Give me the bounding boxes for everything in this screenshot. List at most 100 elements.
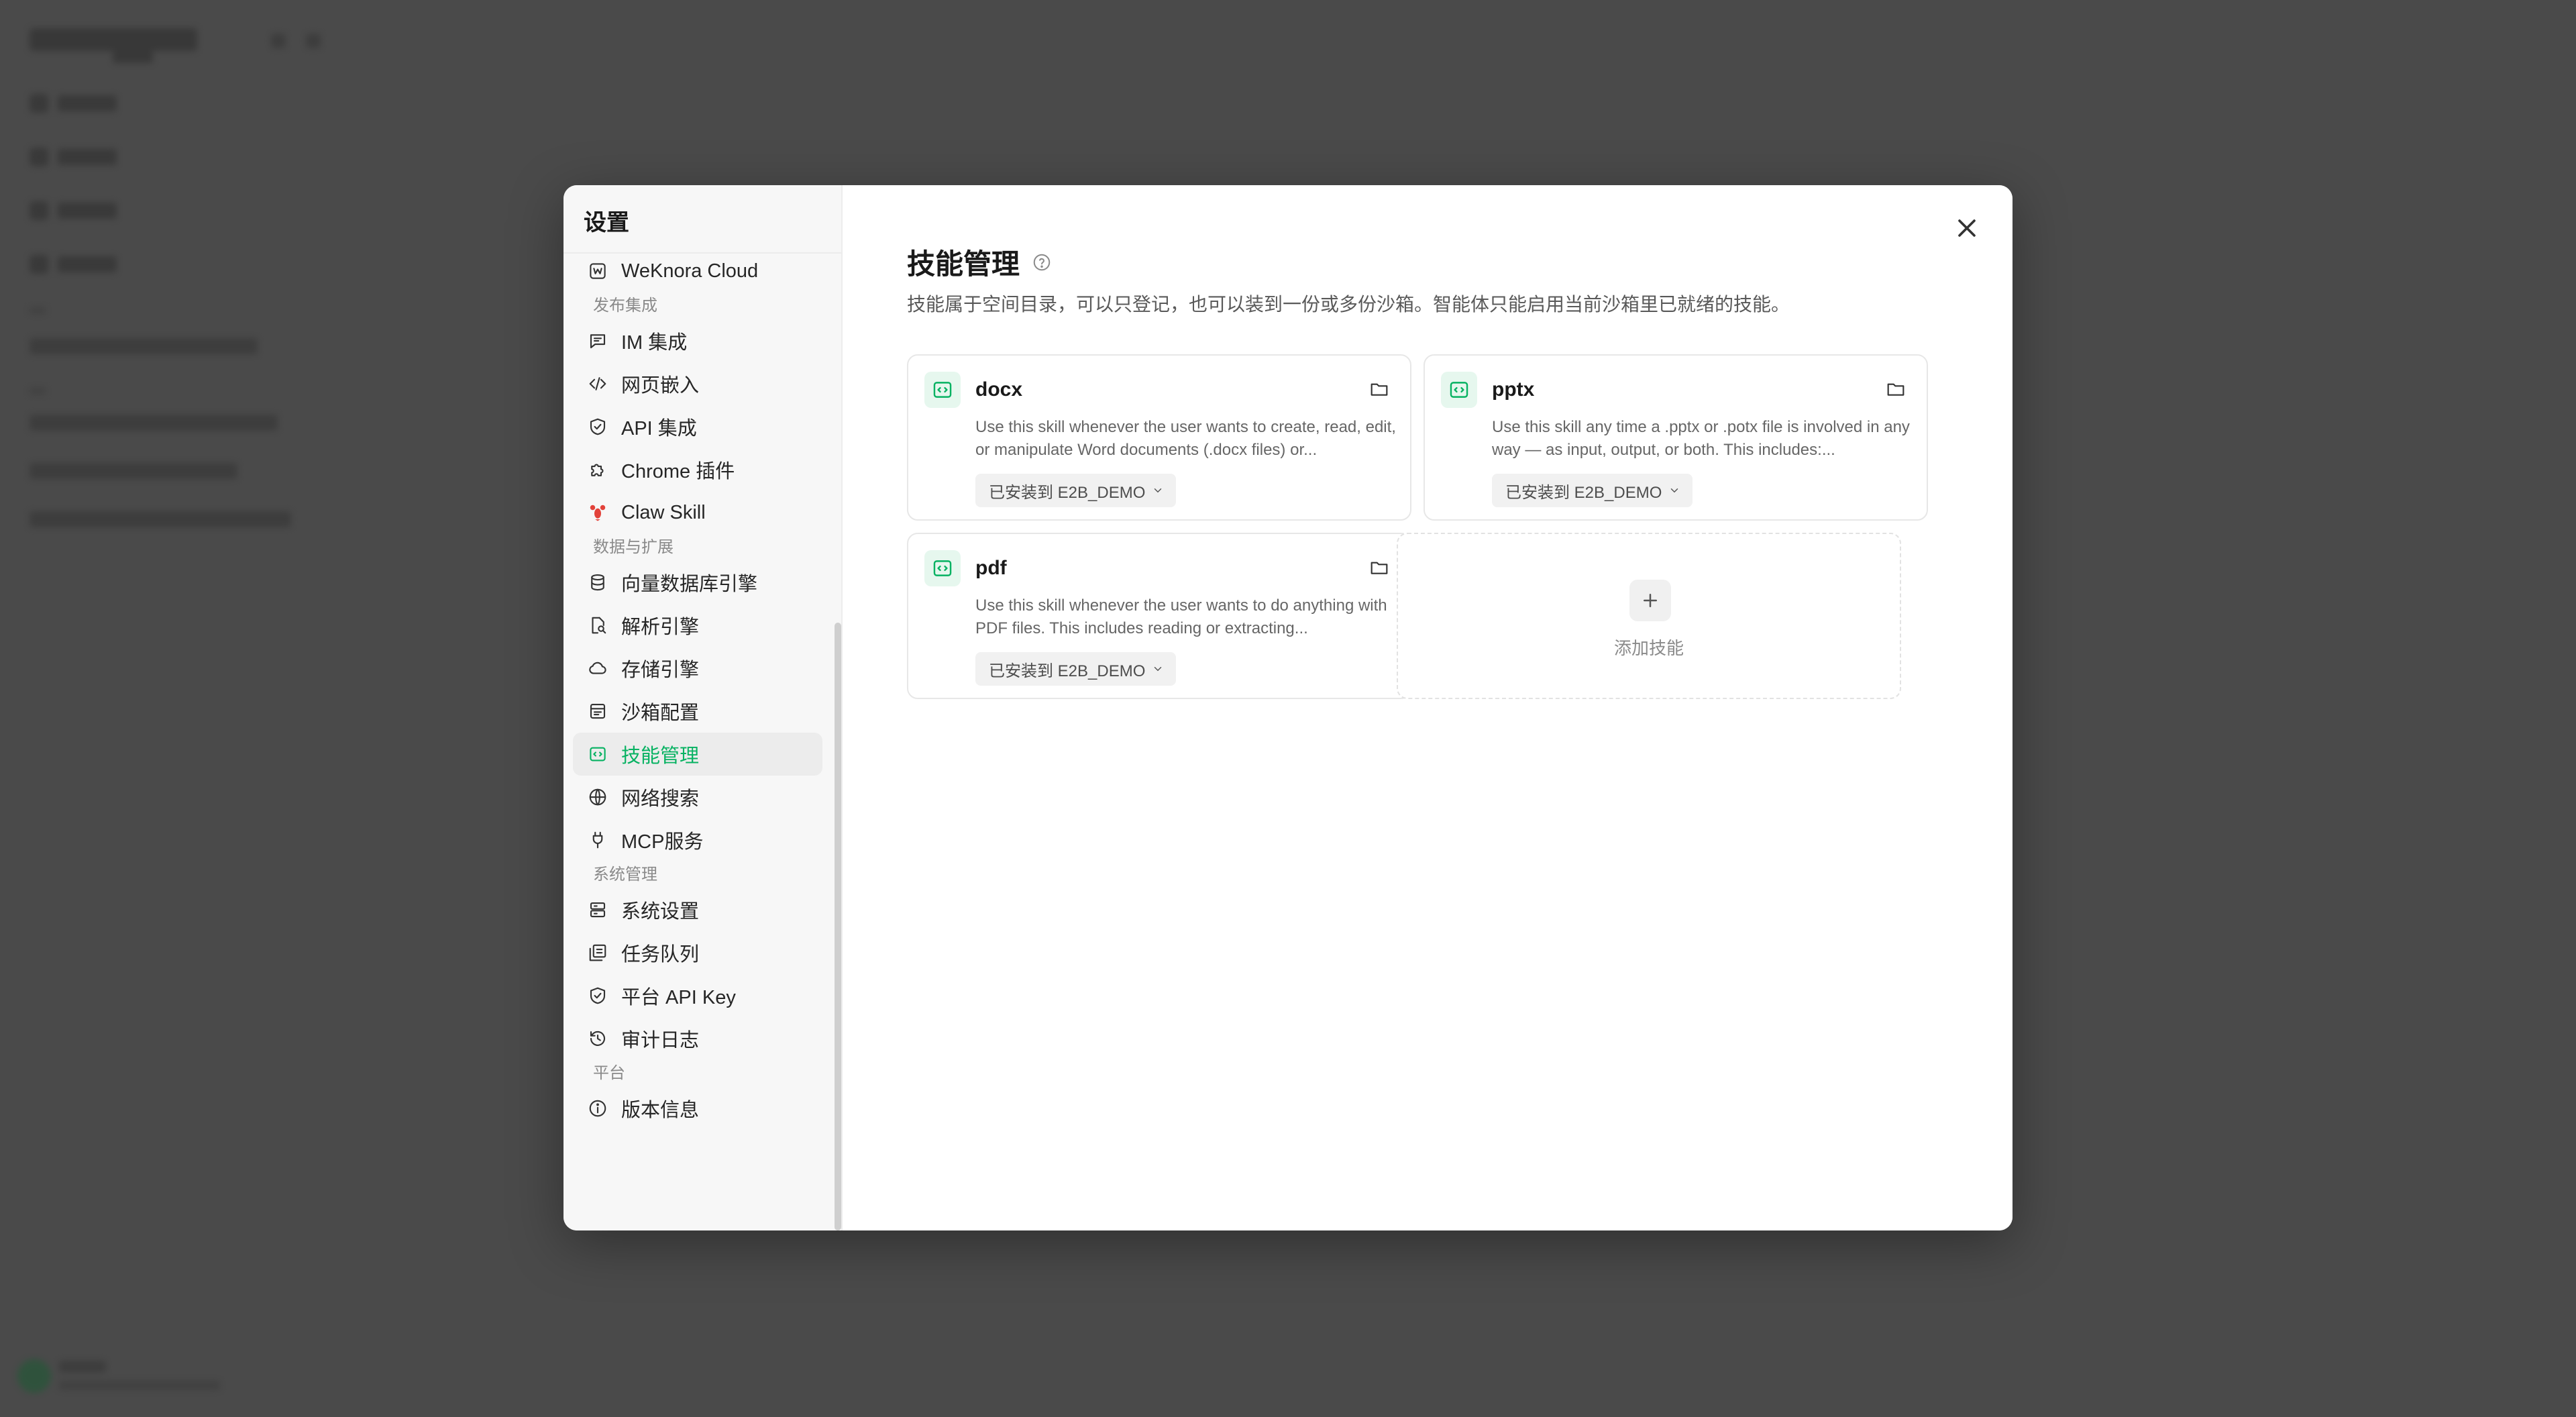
sidebar-item[interactable]: 任务队列 [573,931,822,974]
skill-description: Use this skill whenever the user wants t… [975,418,1396,459]
install-status-dropdown[interactable]: 已安装到 E2B_DEMO [975,652,1177,686]
puzzle-icon [588,460,608,480]
background-logo-sub [113,51,153,63]
sidebar-item[interactable]: Claw Skill [573,491,822,534]
sidebar-group-label: 发布集成 [593,297,657,315]
background-line [30,511,291,527]
sidebar-item[interactable]: WeKnora Cloud [573,250,822,293]
install-status-label: 已安装到 E2B_DEMO [1505,483,1662,502]
folder-icon[interactable] [1885,378,1907,400]
database-icon [588,572,608,592]
sidebar-item[interactable]: 技能管理 [573,733,822,776]
globe-icon [588,787,608,807]
chat-icon [588,331,608,351]
close-button[interactable] [1952,213,1982,243]
chevron-down-icon [1155,488,1162,493]
sidebar-item[interactable]: 版本信息 [573,1087,822,1130]
skill-name: pptx [1492,378,1535,401]
sidebar-item-label: API 集成 [621,418,697,439]
code-icon [588,374,608,394]
background-separator [30,307,46,314]
skill-icon [1441,372,1477,408]
info-icon [588,1098,608,1118]
page-header: 技能管理 [907,242,1052,282]
cloud-icon [588,658,608,678]
install-status-label: 已安装到 E2B_DEMO [989,662,1146,680]
sidebar-item[interactable]: API 集成 [573,405,822,448]
chevron-down-icon [1671,488,1678,493]
settings-content: 技能管理 技能属于空间目录，可以只登记，也可以装到一份或多份沙箱。智能体只能启用… [843,185,2012,1230]
close-icon [1958,219,1976,237]
install-status-dropdown[interactable]: 已安装到 E2B_DEMO [1492,474,1693,507]
install-status-dropdown[interactable]: 已安装到 E2B_DEMO [975,474,1177,507]
sidebar-item-label: IM 集成 [621,332,688,354]
background-nav-item [30,94,117,113]
background-nav-item [30,148,117,166]
file-search-icon [588,615,608,635]
plus-icon [1629,580,1671,621]
page-title: 技能管理 [907,248,1020,280]
folder-icon[interactable] [1368,378,1390,400]
sidebar-item-label: WeKnora Cloud [621,260,759,282]
sidebar-item[interactable]: 网页嵌入 [573,362,822,405]
settings-modal: 设置 WeKnora Cloud 发布集成 IM 集成网页嵌入 API 集成 Chrom… [564,185,2012,1230]
skill-card[interactable]: pptx Use this skill any time a .pptx or .… [1424,354,1928,521]
sidebar-item[interactable]: 系统设置 [573,888,822,931]
sidebar-item[interactable]: MCP服务 [573,819,822,861]
sidebar-item[interactable]: 审计日志 [573,1017,822,1060]
skill-card[interactable]: docx Use this skill whenever the user wan… [907,354,1411,521]
sidebar-item[interactable]: IM 集成 [573,319,822,362]
background-nav-item [30,201,117,220]
skill-description: Use this skill any time a .pptx or .potx… [1492,418,1910,459]
sidebar-item-label: Chrome 插件 [621,461,735,482]
sidebar-item-label: Claw Skill [621,501,706,523]
folder-icon[interactable] [1368,557,1390,578]
lobster-icon [588,503,608,523]
skill-icon [924,372,961,408]
add-skill-label: 添加技能 [1613,638,1684,658]
sidebar-item[interactable]: 沙箱配置 [573,690,822,733]
queue-icon [588,943,608,963]
add-skill-card[interactable]: 添加技能 [1397,533,1901,699]
sidebar-item[interactable]: 向量数据库引擎 [573,561,822,604]
sidebar-item-label: 任务队列 [621,944,700,965]
skill-icon [588,744,608,764]
weknora-icon [588,261,608,281]
sidebar-item-label: 沙箱配置 [621,702,700,724]
sidebar-item-label: 技能管理 [621,745,700,767]
sidebar-group-label: 系统管理 [593,865,657,884]
chevron-down-icon [1155,667,1162,672]
plug-icon [588,830,608,850]
sidebar-item[interactable]: 网络搜索 [573,776,822,819]
skill-name: docx [975,378,1023,401]
sidebar-item-label: 系统设置 [621,901,700,923]
background-control [271,34,286,48]
background-user-sub [59,1381,220,1390]
sidebar-item-label: 解析引擎 [621,617,700,638]
skill-description: Use this skill whenever the user wants t… [975,596,1387,637]
install-status-label: 已安装到 E2B_DEMO [989,483,1146,502]
history-icon [588,1029,608,1049]
background-nav-item [30,255,117,274]
skill-card[interactable]: pdf Use this skill whenever the user want… [907,533,1411,699]
sidebar-group-label: 数据与扩展 [593,538,674,556]
help-icon[interactable] [1032,252,1052,272]
sidebar-item[interactable]: 存储引擎 [573,647,822,690]
sidebar-group-label: 平台 [593,1064,625,1082]
background-line [30,415,278,431]
background-control [306,34,321,48]
sidebar-item-label: 平台 API Key [621,987,736,1008]
settings-title: 设置 [584,210,629,235]
skill-icon [924,550,961,586]
sidebar-item-label: 网页嵌入 [621,375,700,397]
background-avatar [17,1359,51,1393]
sidebar-item[interactable]: 解析引擎 [573,604,822,647]
sidebar-item-label: 网络搜索 [621,788,700,810]
sidebar-item[interactable]: 平台 API Key [573,974,822,1017]
sidebar-item-label: 存储引擎 [621,660,700,681]
sidebar-scrollbar[interactable] [835,623,841,1230]
background-app [0,0,349,1417]
sidebar-item[interactable]: Chrome 插件 [573,448,822,491]
sidebar-item-label: 版本信息 [621,1100,700,1121]
sidebar-item-label: 审计日志 [621,1030,700,1051]
